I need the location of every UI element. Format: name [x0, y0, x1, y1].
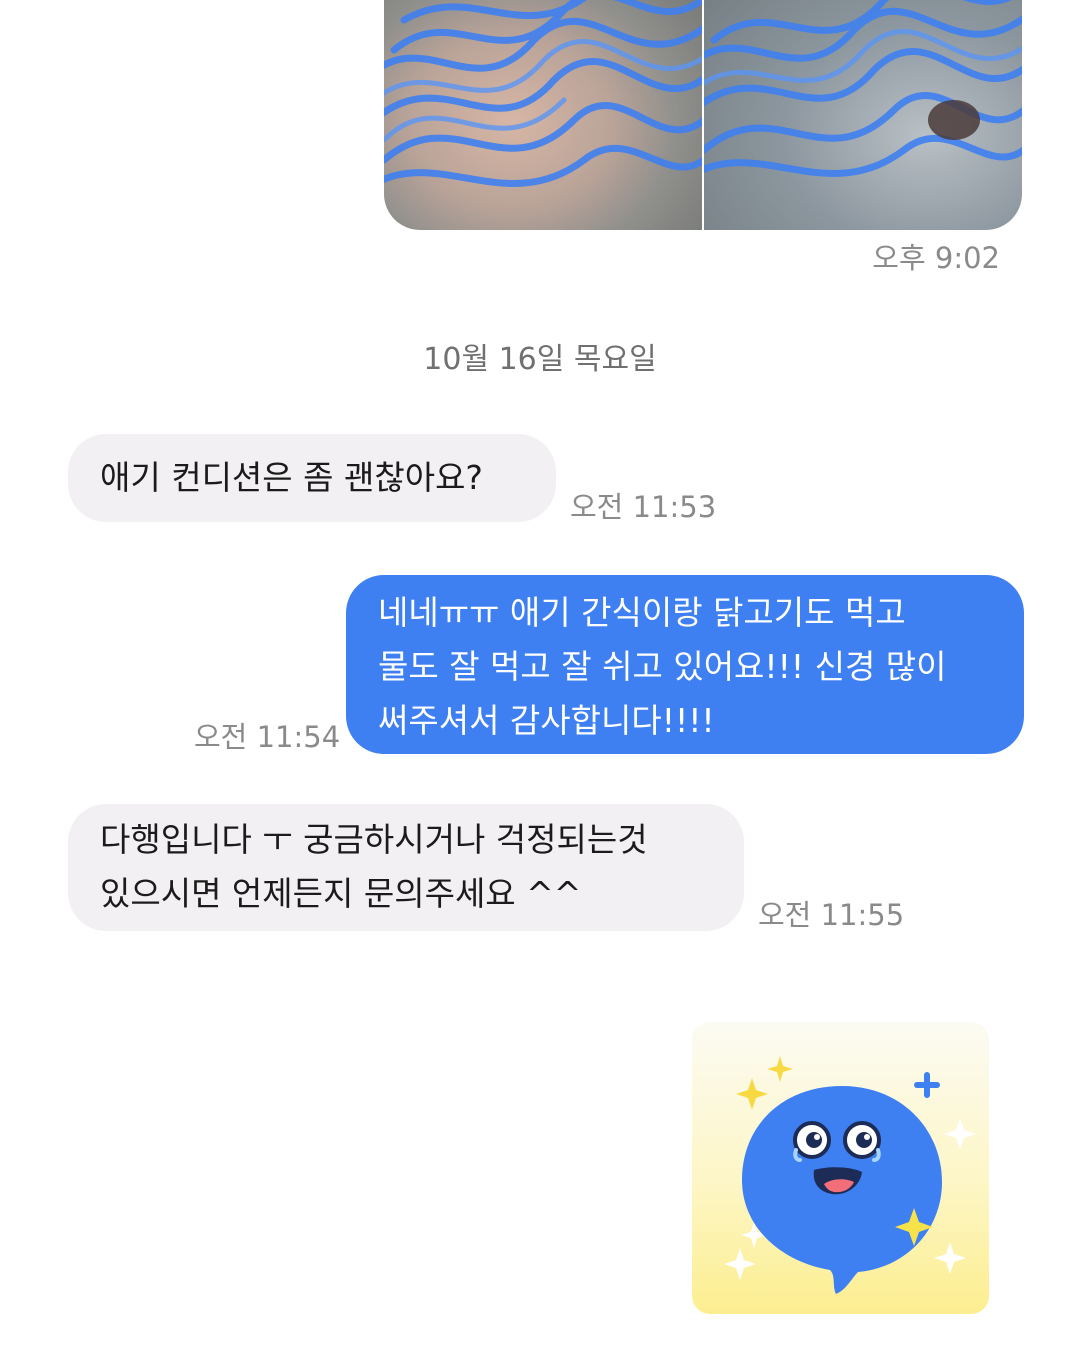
photo-message[interactable] [384, 0, 1022, 230]
incoming-message-bubble[interactable]: 애기 컨디션은 좀 괜찮아요? [68, 434, 556, 522]
incoming-message-bubble[interactable]: 다행입니다 ㅜ 궁금하시거나 걱정되는것 있으시면 언제든지 문의주세요 ^^ [68, 804, 744, 931]
message-timestamp: 오전 11:54 [194, 720, 341, 754]
scribble-overlay [384, 0, 702, 187]
message-text: 있으시면 언제든지 문의주세요 ^^ [100, 874, 582, 913]
chat-thread: 오후 9:02 10월 16일 목요일 애기 컨디션은 좀 괜찮아요? 오전 1… [0, 0, 1080, 1350]
happy-speech-bubble-sticker[interactable] [692, 1022, 989, 1314]
photo-thumbnail[interactable] [704, 0, 1022, 230]
sticker-illustration [724, 1056, 976, 1294]
message-text: 물도 잘 먹고 잘 쉬고 있어요!!! 신경 많이 [378, 647, 947, 686]
message-timestamp: 오전 11:53 [570, 490, 717, 524]
scribble-overlay [704, 0, 1022, 177]
message-timestamp: 오전 11:55 [758, 898, 905, 932]
message-timestamp: 오후 9:02 [872, 241, 1000, 275]
photo-thumbnail[interactable] [384, 0, 702, 230]
message-text: 애기 컨디션은 좀 괜찮아요? [100, 458, 483, 497]
outgoing-message-bubble[interactable]: 네네ㅠㅠ 애기 간식이랑 닭고기도 먹고 물도 잘 먹고 잘 쉬고 있어요!!!… [346, 575, 1024, 754]
date-divider: 10월 16일 목요일 [423, 342, 657, 377]
message-text: 네네ㅠㅠ 애기 간식이랑 닭고기도 먹고 [378, 593, 906, 632]
message-text: 다행입니다 ㅜ 궁금하시거나 걱정되는것 [100, 820, 648, 859]
message-text: 써주셔서 감사합니다!!!! [378, 701, 715, 740]
